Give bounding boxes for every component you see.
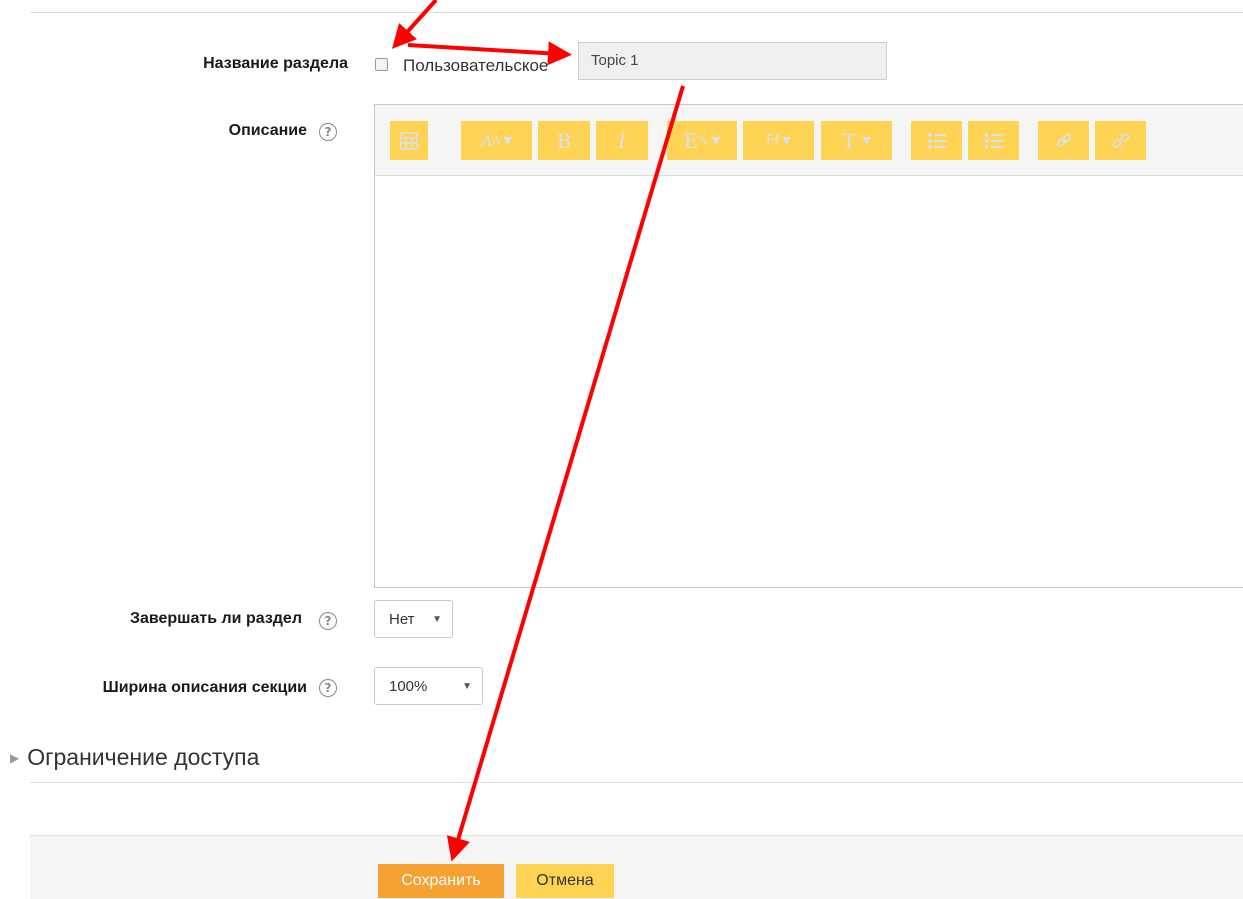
bold-icon[interactable]: B [538, 121, 590, 160]
top-divider [30, 12, 1243, 13]
custom-name-checkbox[interactable] [375, 58, 388, 71]
section-width-label: Ширина описания секции [102, 679, 307, 696]
description-editor[interactable]: A A ▼ B I E ✎ ▼ Ff ▼ T: ▼ [374, 104, 1243, 588]
font-size-icon[interactable]: A A ▼ [461, 121, 532, 160]
section-width-select[interactable]: 100% ▼ [374, 667, 483, 705]
arrow-to-checkbox [391, 0, 438, 49]
bold-glyph: B [556, 128, 572, 153]
section-width-help-icon[interactable]: ? [319, 679, 337, 697]
complete-section-value: Нет [389, 610, 415, 628]
paragraph-style-icon[interactable]: T: ▼ [821, 121, 892, 160]
access-restriction-toggle[interactable]: ▶ Ограничение доступа [10, 744, 259, 771]
editor-content-area[interactable] [375, 176, 1243, 587]
section-divider [30, 782, 1243, 783]
arrow-to-name-input [407, 41, 572, 66]
description-label: Описание [228, 122, 307, 139]
text-color-icon[interactable]: E ✎ ▼ [667, 121, 737, 160]
caret-right-icon: ▶ [10, 750, 20, 765]
chevron-down-icon: ▼ [462, 680, 472, 692]
form-footer [30, 835, 1243, 899]
editor-toolbar: A A ▼ B I E ✎ ▼ Ff ▼ T: ▼ [375, 105, 1243, 176]
font-family-icon[interactable]: Ff ▼ [743, 121, 814, 160]
section-name-input[interactable]: Topic 1 [578, 42, 887, 80]
description-help-icon[interactable]: ? [319, 123, 337, 141]
section-name-label: Название раздела [203, 55, 348, 72]
italic-icon[interactable]: I [596, 121, 648, 160]
link-icon[interactable] [1038, 121, 1089, 160]
italic-glyph: I [618, 128, 626, 153]
insert-table-icon[interactable] [390, 121, 428, 160]
save-button[interactable]: Сохранить [378, 864, 504, 898]
bullet-list-icon[interactable] [911, 121, 962, 160]
chevron-down-icon: ▼ [432, 613, 442, 625]
numbered-list-icon[interactable] [968, 121, 1019, 160]
cancel-button[interactable]: Отмена [516, 864, 614, 898]
custom-name-checkbox-label[interactable]: Пользовательское [403, 56, 548, 76]
complete-section-help-icon[interactable]: ? [319, 612, 337, 630]
section-width-value: 100% [389, 677, 428, 695]
complete-section-select[interactable]: Нет ▼ [374, 600, 453, 638]
unlink-icon[interactable] [1095, 121, 1146, 160]
complete-section-label: Завершать ли раздел [129, 610, 302, 627]
access-restriction-title: Ограничение доступа [27, 744, 260, 770]
